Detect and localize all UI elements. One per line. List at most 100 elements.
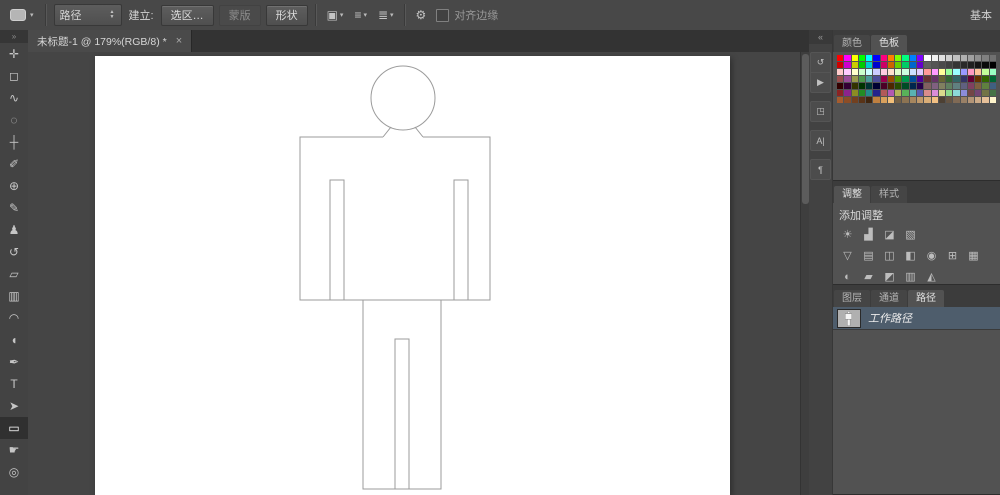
color-swatch[interactable] [895, 62, 902, 68]
color-swatch[interactable] [967, 55, 975, 61]
close-icon[interactable]: × [176, 35, 182, 47]
color-swatch[interactable] [858, 76, 866, 82]
workspace-switcher[interactable]: 基本 [970, 7, 994, 23]
color-swatch[interactable] [887, 55, 895, 61]
color-swatch[interactable] [902, 76, 909, 82]
color-swatch[interactable] [873, 76, 880, 82]
vibrance-icon[interactable]: ▽ [837, 246, 858, 265]
color-swatch[interactable] [924, 69, 931, 75]
gear-button[interactable]: ⚙ [413, 7, 430, 23]
color-swatch[interactable] [887, 83, 895, 89]
color-swatch[interactable] [953, 62, 960, 68]
color-swatch[interactable] [902, 62, 909, 68]
color-swatch[interactable] [909, 76, 916, 82]
marquee-tool[interactable]: ◻ [0, 65, 28, 87]
color-swatch[interactable] [931, 83, 938, 89]
toolbar-collapse-icon[interactable]: » [0, 30, 28, 43]
color-swatch[interactable] [858, 90, 866, 96]
color-swatch[interactable] [989, 76, 996, 82]
history-brush-tool[interactable]: ↺ [0, 241, 28, 263]
hue-saturation-icon[interactable]: ▤ [858, 246, 879, 265]
color-swatch[interactable] [953, 83, 960, 89]
color-swatch[interactable] [924, 76, 931, 82]
color-swatch[interactable] [866, 90, 873, 96]
color-swatch[interactable] [909, 97, 916, 103]
color-swatch[interactable] [895, 76, 902, 82]
color-swatch[interactable] [873, 90, 880, 96]
color-swatch[interactable] [837, 76, 844, 82]
color-swatch[interactable] [946, 83, 953, 89]
crop-tool[interactable]: ┼ [0, 131, 28, 153]
color-swatch[interactable] [924, 62, 931, 68]
color-swatch[interactable] [975, 97, 982, 103]
pen-tool[interactable]: ✒ [0, 351, 28, 373]
color-swatch[interactable] [851, 97, 858, 103]
color-swatch[interactable] [851, 62, 858, 68]
color-swatch[interactable] [960, 76, 967, 82]
threshold-icon[interactable]: ◩ [879, 267, 900, 284]
color-swatch[interactable] [902, 83, 909, 89]
color-swatch[interactable] [982, 69, 989, 75]
tab-layers[interactable]: 图层 [834, 290, 870, 307]
color-swatch[interactable] [887, 62, 895, 68]
color-swatch[interactable] [946, 97, 953, 103]
color-swatch[interactable] [844, 90, 851, 96]
color-swatch[interactable] [938, 55, 946, 61]
color-swatch[interactable] [844, 76, 851, 82]
lasso-tool[interactable]: ∿ [0, 87, 28, 109]
curves-icon[interactable]: ◪ [879, 225, 900, 244]
color-swatch[interactable] [938, 62, 946, 68]
color-swatch[interactable] [967, 97, 975, 103]
exposure-icon[interactable]: ▧ [900, 225, 921, 244]
quick-selection-tool[interactable]: ◌ [0, 109, 28, 131]
color-swatch[interactable] [895, 55, 902, 61]
color-swatch[interactable] [866, 69, 873, 75]
color-swatch[interactable] [946, 90, 953, 96]
color-swatch[interactable] [844, 62, 851, 68]
path-arrange-button[interactable]: ≣ ▾ [375, 7, 397, 23]
color-swatch[interactable] [866, 62, 873, 68]
color-swatch[interactable] [873, 62, 880, 68]
color-swatch[interactable] [858, 69, 866, 75]
color-swatch[interactable] [895, 90, 902, 96]
color-swatch[interactable] [837, 90, 844, 96]
tab-channels[interactable]: 通道 [871, 290, 907, 307]
document-tab[interactable]: 未标题-1 @ 179%(RGB/8) * × [28, 30, 193, 52]
tool-mode-dropdown[interactable]: 路径 ▲▼ [53, 4, 122, 26]
color-swatch[interactable] [989, 69, 996, 75]
color-swatch[interactable] [873, 69, 880, 75]
color-swatch[interactable] [917, 97, 924, 103]
color-swatch[interactable] [975, 83, 982, 89]
scrollbar-thumb[interactable] [802, 54, 809, 204]
color-swatch[interactable] [975, 90, 982, 96]
color-swatch[interactable] [887, 90, 895, 96]
color-swatch[interactable] [851, 90, 858, 96]
color-swatch[interactable] [967, 62, 975, 68]
align-edges-option[interactable]: 对齐边缘 [436, 7, 498, 23]
color-swatch[interactable] [938, 69, 946, 75]
color-swatch[interactable] [931, 97, 938, 103]
color-swatch[interactable] [895, 83, 902, 89]
color-swatch[interactable] [917, 90, 924, 96]
tool-preset-button[interactable]: ▾ [6, 7, 38, 23]
color-swatch[interactable] [982, 62, 989, 68]
tab-swatches[interactable]: 色板 [871, 35, 907, 52]
color-swatch[interactable] [931, 55, 938, 61]
color-swatch[interactable] [960, 69, 967, 75]
tab-styles[interactable]: 样式 [871, 186, 907, 203]
color-swatch[interactable] [844, 83, 851, 89]
dodge-tool[interactable]: ◖ [0, 329, 28, 351]
color-swatch[interactable] [909, 62, 916, 68]
color-swatch[interactable] [866, 55, 873, 61]
color-swatch[interactable] [902, 69, 909, 75]
color-swatch[interactable] [887, 76, 895, 82]
color-swatch[interactable] [975, 55, 982, 61]
paragraph-panel-icon[interactable]: ¶ [811, 160, 830, 179]
invert-icon[interactable]: ◐ [837, 267, 858, 284]
color-balance-icon[interactable]: ◫ [879, 246, 900, 265]
color-swatch[interactable] [851, 76, 858, 82]
selective-color-icon[interactable]: ◭ [921, 267, 942, 284]
color-swatch[interactable] [960, 97, 967, 103]
color-swatch[interactable] [917, 76, 924, 82]
color-swatch[interactable] [851, 69, 858, 75]
